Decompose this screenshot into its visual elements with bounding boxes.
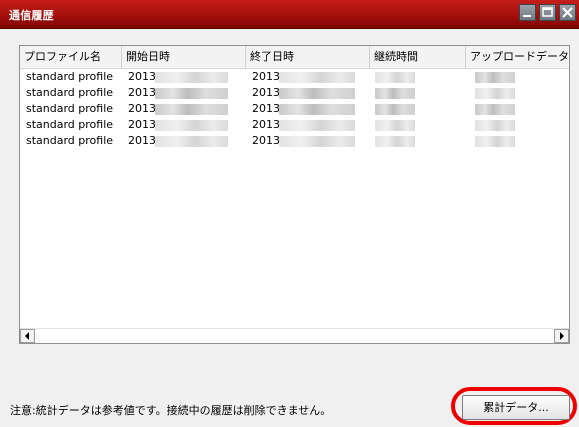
column-header-duration[interactable]: 継続時間: [370, 46, 466, 68]
redacted-upload: [475, 120, 515, 131]
redacted-end: [279, 88, 355, 99]
redacted-start: [155, 72, 228, 83]
redacted-upload: [475, 88, 515, 99]
minimize-icon: [523, 15, 531, 17]
redacted-start: [155, 120, 228, 131]
title-bar[interactable]: 通信履歴: [0, 0, 579, 29]
redacted-start: [155, 136, 228, 147]
column-header-start[interactable]: 開始日時: [122, 46, 246, 68]
scroll-right-button[interactable]: [554, 329, 569, 343]
list-rows: standard profile 2013 2013 standard prof…: [20, 69, 569, 149]
start-cell: 2013: [128, 102, 156, 115]
redacted-start: [155, 104, 228, 115]
list-row[interactable]: standard profile 2013 2013: [20, 85, 569, 101]
redacted-duration: [375, 104, 415, 115]
maximize-button[interactable]: [539, 4, 556, 21]
end-cell: 2013: [252, 70, 280, 83]
profile-cell: standard profile: [26, 102, 114, 115]
close-icon: [562, 7, 573, 18]
end-cell: 2013: [252, 86, 280, 99]
profile-cell: standard profile: [26, 134, 114, 147]
redacted-start: [155, 88, 228, 99]
start-cell: 2013: [128, 70, 156, 83]
list-row[interactable]: standard profile 2013 2013: [20, 69, 569, 85]
list-row[interactable]: standard profile 2013 2013: [20, 133, 569, 149]
column-header-profile[interactable]: プロファイル名: [20, 46, 122, 68]
end-cell: 2013: [252, 118, 280, 131]
arrow-right-icon: [560, 332, 564, 340]
redacted-end: [279, 120, 355, 131]
arrow-left-icon: [25, 332, 29, 340]
redacted-end: [279, 104, 355, 115]
redacted-upload: [475, 136, 515, 147]
redacted-end: [279, 136, 355, 147]
minimize-button[interactable]: [519, 4, 536, 21]
redacted-duration: [375, 136, 415, 147]
end-cell: 2013: [252, 134, 280, 147]
profile-cell: standard profile: [26, 70, 114, 83]
close-button[interactable]: [559, 4, 576, 21]
end-cell: 2013: [252, 102, 280, 115]
profile-cell: standard profile: [26, 118, 114, 131]
list-row[interactable]: standard profile 2013 2013: [20, 117, 569, 133]
summary-data-button[interactable]: 累計データ...: [462, 395, 570, 420]
list-header: プロファイル名 開始日時 終了日時 継続時間 アップロードデータ: [20, 46, 569, 69]
redacted-duration: [375, 120, 415, 131]
notice-text: 注意:統計データは参考値です。接続中の履歴は削除できません。: [10, 404, 332, 417]
maximize-icon: [542, 7, 553, 17]
redacted-duration: [375, 72, 415, 83]
start-cell: 2013: [128, 86, 156, 99]
history-window: 通信履歴 プロファイル名 開始日時 終了日時 継続時間 アップロードデータ st…: [0, 0, 579, 427]
horizontal-scrollbar[interactable]: [20, 328, 569, 343]
redacted-upload: [475, 72, 515, 83]
redacted-end: [279, 72, 355, 83]
window-title: 通信履歴: [9, 9, 54, 22]
redacted-duration: [375, 88, 415, 99]
column-header-end[interactable]: 終了日時: [246, 46, 370, 68]
profile-cell: standard profile: [26, 86, 114, 99]
start-cell: 2013: [128, 134, 156, 147]
list-row[interactable]: standard profile 2013 2013: [20, 101, 569, 117]
scroll-left-button[interactable]: [20, 329, 35, 343]
redacted-upload: [475, 104, 515, 115]
column-header-upload[interactable]: アップロードデータ: [466, 46, 569, 68]
start-cell: 2013: [128, 118, 156, 131]
history-list[interactable]: プロファイル名 開始日時 終了日時 継続時間 アップロードデータ standar…: [19, 45, 570, 344]
